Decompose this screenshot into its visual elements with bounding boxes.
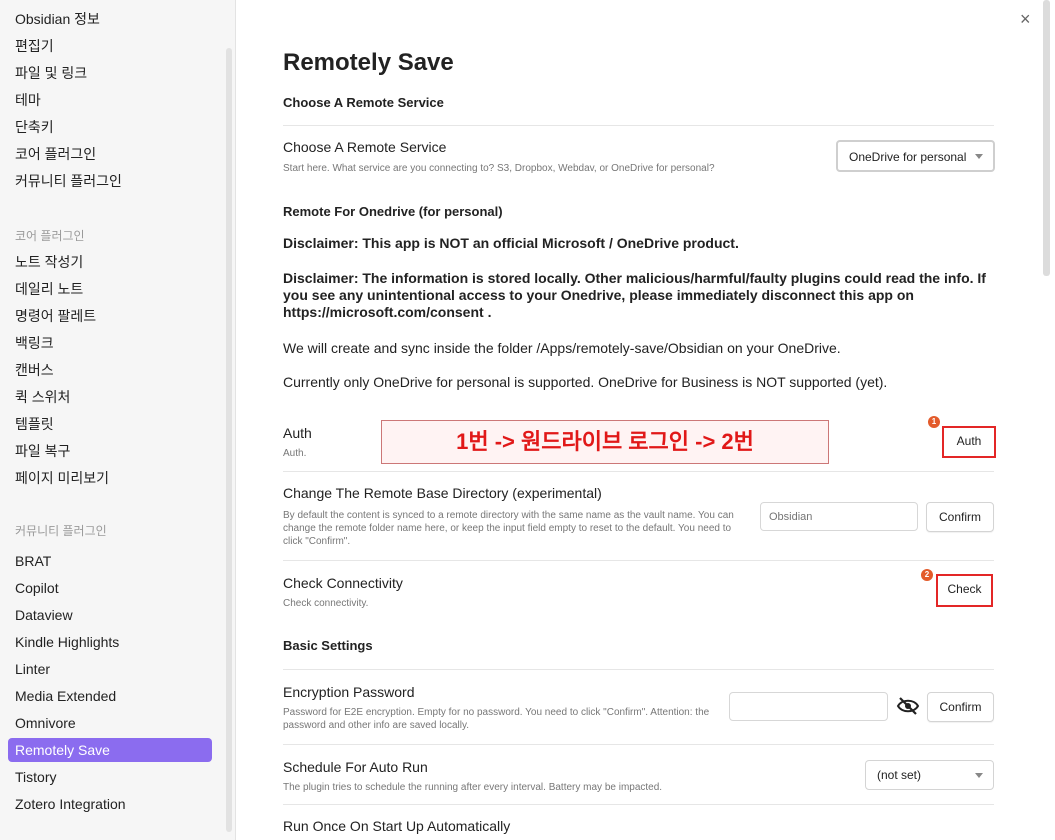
auth-button[interactable]: Auth (942, 426, 996, 458)
disclaimer-local-info: Disclaimer: The information is stored lo… (283, 270, 986, 320)
sidebar-item[interactable]: Linter (15, 660, 50, 678)
sidebar-scrollbar[interactable] (226, 48, 232, 832)
encryption-password-name: Encryption Password (283, 684, 415, 700)
sidebar-item[interactable]: Copilot (15, 579, 59, 597)
community-plugins-heading: 커뮤니티 플러그인 (15, 524, 107, 538)
page-title: Remotely Save (283, 49, 454, 76)
sidebar-item[interactable]: 명령어 팔레트 (15, 307, 96, 325)
base-dir-name: Change The Remote Base Directory (experi… (283, 485, 602, 501)
sidebar-item[interactable]: 편집기 (15, 37, 54, 55)
auth-desc: Auth. (283, 448, 307, 459)
base-dir-desc: By default the content is synced to a re… (283, 510, 734, 547)
check-button[interactable]: Check (936, 574, 993, 607)
sidebar-item[interactable]: 파일 복구 (15, 442, 70, 460)
step-badge-2: 2 (921, 569, 933, 581)
schedule-name: Schedule For Auto Run (283, 759, 428, 775)
step-badge-1: 1 (928, 416, 940, 428)
choose-service-desc: Start here. What service are you connect… (283, 163, 715, 174)
annotation-label: 1번 -> 원드라이브 로그인 -> 2번 (381, 420, 829, 464)
chevron-down-icon (975, 773, 983, 778)
close-icon[interactable]: × (1020, 10, 1031, 28)
basic-settings-heading: Basic Settings (283, 638, 373, 653)
sidebar-item[interactable]: Tistory (15, 768, 56, 786)
check-connectivity-desc: Check connectivity. (283, 598, 369, 609)
info-personal-only: Currently only OneDrive for personal is … (283, 374, 888, 390)
sidebar-item[interactable]: 템플릿 (15, 415, 54, 433)
remote-service-dropdown[interactable]: OneDrive for personal (836, 140, 995, 172)
sidebar-item-active[interactable]: Remotely Save (8, 738, 212, 762)
sidebar-item[interactable]: 코어 플러그인 (15, 145, 96, 163)
sidebar-item[interactable]: Kindle Highlights (15, 633, 119, 651)
sidebar-item[interactable]: 페이지 미리보기 (15, 469, 109, 487)
sidebar-item[interactable]: 데일리 노트 (15, 280, 83, 298)
encryption-password-desc: Password for E2E encryption. Empty for n… (283, 707, 710, 731)
sidebar-item[interactable]: Media Extended (15, 687, 116, 705)
disclaimer-official: Disclaimer: This app is NOT an official … (283, 235, 739, 251)
base-dir-confirm-button[interactable]: Confirm (926, 502, 994, 532)
schedule-dropdown[interactable]: (not set) (865, 760, 994, 790)
sidebar-item[interactable]: 커뮤니티 플러그인 (15, 172, 122, 190)
eye-slash-icon[interactable] (896, 696, 920, 716)
sidebar-item[interactable]: Omnivore (15, 714, 76, 732)
encryption-password-input[interactable] (729, 692, 888, 721)
sidebar-item[interactable]: 백링크 (15, 334, 54, 352)
encryption-confirm-button[interactable]: Confirm (927, 692, 994, 722)
section-heading-choose-service: Choose A Remote Service (283, 95, 444, 110)
chevron-down-icon (975, 154, 983, 159)
sidebar-item[interactable]: BRAT (15, 552, 51, 570)
core-plugins-heading: 코어 플러그인 (15, 229, 85, 243)
sidebar-item[interactable]: 테마 (15, 91, 41, 109)
auth-name: Auth (283, 425, 312, 441)
main-scrollbar[interactable] (1043, 0, 1050, 276)
settings-sidebar: Obsidian 정보 편집기 파일 및 링크 테마 단축키 코어 플러그인 커뮤니티 플러… (0, 0, 236, 840)
remote-service-value: OneDrive for personal (849, 150, 967, 164)
base-dir-input[interactable] (760, 502, 918, 531)
sidebar-item[interactable]: 파일 및 링크 (15, 64, 87, 82)
sidebar-item[interactable]: Obsidian 정보 (15, 10, 100, 28)
sidebar-item[interactable]: Zotero Integration (15, 795, 126, 813)
run-once-name: Run Once On Start Up Automatically (283, 818, 511, 834)
info-folder: We will create and sync inside the folde… (283, 340, 841, 356)
sidebar-item[interactable]: 퀵 스위처 (15, 388, 70, 406)
remote-onedrive-heading: Remote For Onedrive (for personal) (283, 204, 503, 219)
check-connectivity-name: Check Connectivity (283, 575, 403, 591)
choose-service-name: Choose A Remote Service (283, 139, 447, 155)
sidebar-item[interactable]: 노트 작성기 (15, 253, 83, 271)
sidebar-item[interactable]: 캔버스 (15, 361, 54, 379)
sidebar-item[interactable]: 단축키 (15, 118, 54, 136)
sidebar-item[interactable]: Dataview (15, 606, 73, 624)
schedule-value: (not set) (877, 768, 922, 782)
schedule-desc: The plugin tries to schedule the running… (283, 782, 663, 793)
